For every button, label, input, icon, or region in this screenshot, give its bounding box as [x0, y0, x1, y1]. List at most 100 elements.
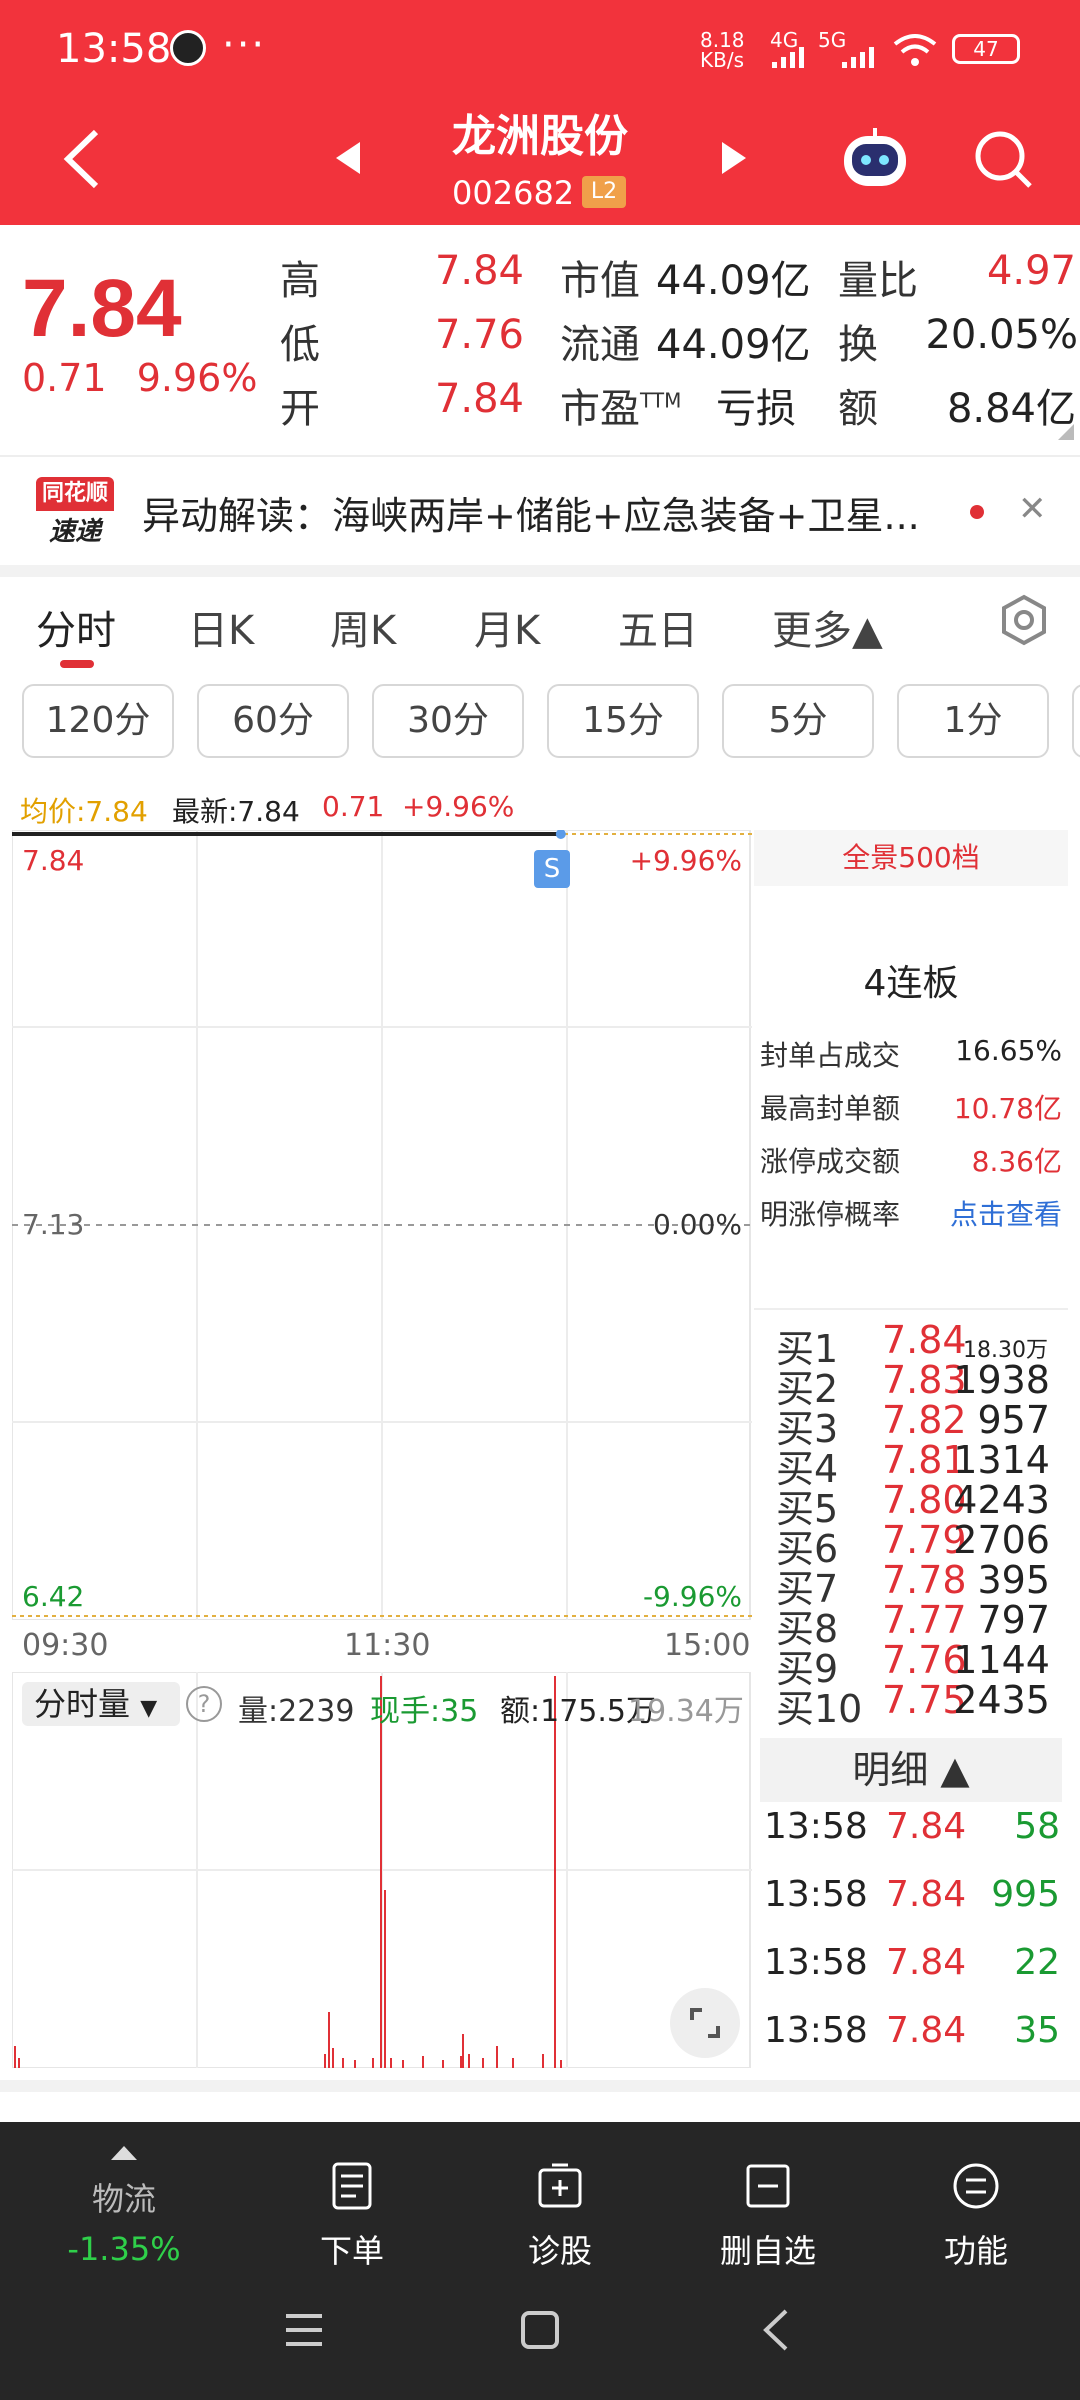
period-button-4[interactable]: 5分	[722, 684, 874, 758]
stock-name: 龙洲股份	[452, 111, 628, 162]
order-label: 下单	[319, 2232, 384, 2270]
trade-price-0: 7.84	[886, 1806, 967, 1847]
volume-bar-16	[468, 2054, 470, 2068]
volume-bar-17	[482, 2058, 484, 2068]
fullscreen-button[interactable]	[670, 1988, 740, 2058]
order-document-icon	[332, 2162, 372, 2210]
stat-label-2: 涨停成交额	[760, 1145, 901, 1178]
help-icon[interactable]: ?	[186, 1686, 222, 1722]
trade-time-1: 13:58	[764, 1874, 868, 1915]
volume-bar-13	[442, 2060, 444, 2068]
diagnose-plus-icon	[538, 2163, 582, 2208]
open-label: 开	[280, 386, 320, 432]
tab-2[interactable]: 周K	[330, 598, 396, 656]
net-speed: 8.18	[700, 28, 745, 52]
float-cap-value: 44.09亿	[656, 322, 811, 368]
period-button-overflow[interactable]	[1072, 684, 1080, 758]
float-cap-label: 流通	[560, 322, 640, 368]
full-depth-button[interactable]: 全景500档	[754, 830, 1068, 886]
volume-indicator-select[interactable]: 分时量 ▼	[22, 1682, 180, 1726]
order-button[interactable]: 下单	[272, 2162, 432, 2272]
level2-badge[interactable]: L2	[582, 176, 626, 208]
signal-5g-icon	[842, 47, 874, 68]
search-icon[interactable]	[972, 128, 1034, 190]
functions-button[interactable]: 功能	[896, 2162, 1056, 2272]
bid-volume-6: 2706	[953, 1518, 1050, 1562]
pe-label: 市盈TTM	[560, 386, 682, 432]
wifi-icon	[893, 34, 937, 66]
price-change: 0.71 9.96%	[22, 356, 257, 400]
header: 13:58 ··· 8.18 KB/s 4G 5G 47 龙洲股份 002682…	[0, 0, 1080, 225]
volume-bar-10	[390, 2058, 392, 2068]
status-time: 13:58	[56, 26, 172, 72]
volume-chart[interactable]	[12, 1672, 752, 2068]
trade-detail-toggle[interactable]: 明细 ▲	[760, 1738, 1062, 1802]
volume-ratio-value: 4.97	[986, 248, 1076, 294]
period-button-5[interactable]: 1分	[897, 684, 1049, 758]
stock-code: 002682	[452, 174, 575, 212]
clock-app-icon	[170, 30, 206, 66]
tab-4[interactable]: 五日	[618, 598, 698, 656]
net-speed-unit: KB/s	[700, 48, 744, 72]
network-status: 8.18 KB/s	[700, 30, 745, 70]
volume-bar-20	[542, 2054, 544, 2068]
next-stock-icon[interactable]	[720, 140, 748, 176]
trade-vol-1: 995	[991, 1874, 1060, 1915]
y-tick-top: 7.84	[22, 844, 85, 877]
bid-volume-2: 1938	[953, 1358, 1050, 1402]
tab-5[interactable]: 更多▲	[772, 598, 883, 656]
expand-corner-icon[interactable]	[1058, 424, 1074, 440]
diagnose-label: 诊股	[527, 2232, 592, 2270]
stat-value-3[interactable]: 点击查看	[950, 1193, 1062, 1233]
news-bar[interactable]: 同花顺 速递 异动解读：海峡两岸+储能+应急装备+卫星... ✕	[0, 455, 1080, 565]
nav-back-icon[interactable]	[760, 2308, 790, 2352]
menu-circle-icon	[953, 2163, 999, 2209]
trade-price-2: 7.84	[886, 1942, 967, 1983]
y-pct-mid: 0.00%	[653, 1208, 742, 1241]
pe-ttm-sup: TTM	[640, 388, 682, 413]
news-headline[interactable]: 异动解读：海峡两岸+储能+应急装备+卫星...	[142, 485, 920, 540]
robot-assistant-icon[interactable]	[840, 126, 910, 190]
panel-divider	[754, 1308, 1068, 1310]
remove-favorite-button[interactable]: 删自选	[688, 2162, 848, 2272]
tab-3[interactable]: 月K	[474, 598, 540, 656]
sector-logistics-button[interactable]: 物流 -1.35%	[44, 2132, 204, 2268]
info-change: 0.71	[322, 790, 385, 823]
market-cap-label: 市值	[560, 258, 640, 304]
period-button-3[interactable]: 15分	[547, 684, 699, 758]
nav-home-icon[interactable]	[520, 2310, 560, 2350]
intraday-price-chart[interactable]	[12, 830, 752, 1620]
close-icon[interactable]: ✕	[1018, 489, 1047, 529]
y-tick-mid: 7.13	[22, 1208, 85, 1241]
signal-4g-icon	[772, 47, 804, 68]
latest-price-dot	[555, 830, 566, 839]
pe-value: 亏损	[716, 386, 796, 432]
volume-bar-0	[14, 2046, 16, 2068]
settings-hexagon-icon[interactable]	[1000, 594, 1048, 646]
volume-bar-6	[354, 2060, 356, 2068]
period-button-1[interactable]: 60分	[197, 684, 349, 758]
chevron-down-icon: ▼	[140, 1696, 158, 1721]
tab-1[interactable]: 日K	[188, 598, 254, 656]
open-value: 7.84	[434, 376, 524, 422]
nav-menu-icon[interactable]	[284, 2310, 324, 2350]
volume-bar-18	[496, 2046, 498, 2068]
x-tick-close: 15:00	[664, 1628, 751, 1663]
period-button-0[interactable]: 120分	[22, 684, 174, 758]
stat-label-1: 最高封单额	[760, 1092, 901, 1125]
trade-vol-0: 58	[1014, 1806, 1060, 1847]
low-label: 低	[280, 322, 320, 368]
diagnose-button[interactable]: 诊股	[480, 2162, 640, 2272]
period-button-2[interactable]: 30分	[372, 684, 524, 758]
trade-price-3: 7.84	[886, 2010, 967, 2051]
sell-signal-marker[interactable]: S	[534, 850, 570, 888]
tab-0[interactable]: 分时	[36, 598, 116, 656]
change-percent: 9.96%	[136, 356, 258, 400]
volume-ratio-label: 量比	[838, 258, 918, 304]
volume-bar-3	[328, 2012, 330, 2068]
low-value: 7.76	[434, 312, 524, 358]
bid-price-1: 7.84	[882, 1318, 967, 1362]
stat-label-0: 封单占成交	[760, 1039, 901, 1072]
remove-square-icon	[746, 2164, 790, 2208]
bottom-divider	[0, 2080, 1080, 2092]
